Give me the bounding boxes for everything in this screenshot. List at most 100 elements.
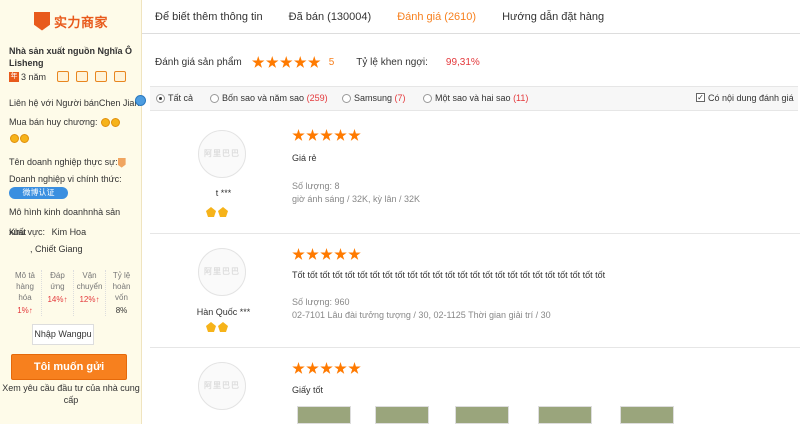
filter-one-two-radio[interactable] (423, 94, 432, 103)
stat-label: Mô tả hàng hóa (14, 271, 35, 302)
star-icon (320, 248, 333, 260)
review-username: Hàn Quốc *** (196, 307, 251, 317)
user-medals (206, 207, 228, 217)
tab-sold[interactable]: Đã bán (130004) (276, 0, 385, 33)
review-stars (292, 362, 361, 375)
badge-icon-4[interactable] (114, 71, 127, 82)
business-model-row: Mô hình kinh doanhnhà sản (9, 207, 120, 217)
tab-reviews[interactable]: Đánh giá (2610) (384, 0, 489, 33)
star-icon (306, 362, 319, 374)
filter-samsung-count: (7) (394, 93, 406, 103)
filter-samsung-text: Samsung (354, 93, 393, 103)
investment-requirements-link[interactable]: Xem yêu cầu đầu tư của nhà cung cấp (0, 382, 142, 406)
calendar-icon: 年 (9, 71, 19, 82)
stat-value: 8% (115, 306, 128, 315)
review-photo-thumbnail[interactable] (538, 406, 592, 424)
review-text: Giá rẻ (292, 153, 317, 163)
filter-all-radio[interactable] (156, 94, 165, 103)
review-quantity: Số lượng: 960 (292, 297, 350, 307)
filter-one-two-count: (11) (513, 93, 529, 103)
stat-value: 1%↑ (17, 306, 33, 315)
star-icon (320, 129, 333, 141)
praise-value: 99,31% (445, 57, 480, 68)
medal-icon[interactable] (101, 118, 110, 128)
tab-order-guide[interactable]: Hướng dẫn đặt hàng (489, 0, 617, 33)
real-business-label: Tên doanh nghiệp thực sự: (9, 157, 118, 167)
star-icon (279, 56, 293, 68)
star-icon (307, 56, 321, 68)
stat-shipping: Vận chuyển 12%↑ (73, 270, 105, 316)
region-row: xuất Khu vực: Kim Hoa (9, 227, 86, 237)
user-medals (206, 322, 228, 332)
review-photo-thumbnail[interactable] (297, 406, 351, 424)
stat-value: 14%↑ (47, 295, 68, 304)
stat-label: Tỷ lệ hoàn vốn (112, 271, 131, 302)
star-icon (334, 129, 347, 141)
badge-icon-1[interactable] (57, 71, 70, 82)
contact-seller[interactable]: Liên hệ với Người bánChen Jian (9, 98, 139, 108)
review-variant: giờ ánh sáng / 32K, kỳ lân / 32K (292, 194, 420, 204)
region-province: , Chiết Giang (30, 244, 83, 254)
review-filters: Tất cả Bốn sao và năm sao (259) Samsung … (150, 86, 798, 111)
verified-shield-icon[interactable] (117, 157, 126, 168)
filter-samsung-label[interactable]: Samsung (7) (354, 93, 406, 103)
star-icon (293, 56, 307, 68)
star-icon (348, 248, 361, 260)
rating-value: 5 (328, 57, 335, 68)
chat-help-icon[interactable] (135, 95, 146, 106)
star-icon (306, 248, 319, 260)
user-avatar: 阿里巴巴 (198, 248, 246, 296)
brand-shield-icon (34, 11, 50, 31)
has-content-label[interactable]: Có nội dung đánh giá (708, 93, 794, 103)
medal-icon[interactable] (111, 118, 120, 128)
weibo-verified-badge[interactable]: 微博认证 (9, 187, 68, 199)
review-variant: 02-7101 Lâu đài tưởng tượng / 30, 02-112… (292, 310, 551, 320)
seller-name[interactable]: Nhà sản xuất nguồn Nghĩa Ô Lisheng (9, 45, 137, 69)
region-label: Khu vực: (9, 227, 46, 237)
stat-description: Mô tả hàng hóa 1%↑ (9, 270, 41, 316)
star-icon (292, 248, 305, 260)
medals-row-2 (9, 133, 29, 144)
real-business-row: Tên doanh nghiệp thực sự: (9, 157, 126, 168)
filter-samsung-radio[interactable] (342, 94, 351, 103)
stat-response: Đáp ứng 14%↑ (41, 270, 73, 316)
send-inquiry-button[interactable]: Tôi muốn gửi (11, 354, 127, 380)
filter-four-five-label[interactable]: Bốn sao và năm sao (259) (222, 93, 328, 103)
rating-summary: Đánh giá sản phẩm 5 Tỷ lệ khen ngợi: 99,… (155, 56, 480, 69)
official-label: Doanh nghiệp vi chính thức: (9, 174, 122, 184)
review-quantity: Số lượng: 8 (292, 181, 340, 191)
medal-icon (218, 322, 228, 332)
review-photo-thumbnail[interactable] (620, 406, 674, 424)
star-icon (265, 56, 279, 68)
enter-wangpu-button[interactable]: Nhập Wangpu (32, 324, 94, 345)
stat-refund: Tỷ lệ hoàn vốn 8% (105, 270, 137, 316)
review-stars (292, 129, 361, 142)
user-avatar: 阿里巴巴 (198, 362, 246, 410)
filter-four-five-count: (259) (306, 93, 328, 103)
medal-icon[interactable] (20, 134, 29, 144)
rating-label: Đánh giá sản phẩm (155, 57, 242, 68)
praise-label: Tỷ lệ khen ngợi: (356, 57, 428, 68)
tab-details[interactable]: Để biết thêm thông tin (142, 0, 276, 33)
review-photo-thumbnail[interactable] (455, 406, 509, 424)
star-icon (348, 129, 361, 141)
years-text: 3 năm (21, 71, 47, 82)
stat-value: 12%↑ (79, 295, 100, 304)
filter-one-two-label[interactable]: Một sao và hai sao (11) (435, 93, 528, 103)
has-content-checkbox[interactable]: ✓ (696, 93, 705, 102)
seller-sidebar: 实力商家 Nhà sản xuất nguồn Nghĩa Ô Lisheng … (0, 0, 142, 424)
model-value: nhà sản (88, 207, 121, 217)
badge-icon-3[interactable] (95, 71, 108, 82)
filter-four-five-radio[interactable] (210, 94, 219, 103)
seller-years: 年 3 năm (9, 71, 127, 82)
medal-icon (206, 322, 216, 332)
filter-all-label[interactable]: Tất cả (168, 93, 193, 103)
star-icon (292, 129, 305, 141)
contact-name[interactable]: Chen Jian (99, 98, 140, 108)
star-icon (306, 129, 319, 141)
review-photo-thumbnail[interactable] (375, 406, 429, 424)
badge-icon-2[interactable] (76, 71, 89, 82)
medal-icon[interactable] (10, 134, 19, 144)
model-label: Mô hình kinh doanh (9, 207, 89, 217)
review-username: t *** (215, 188, 232, 198)
